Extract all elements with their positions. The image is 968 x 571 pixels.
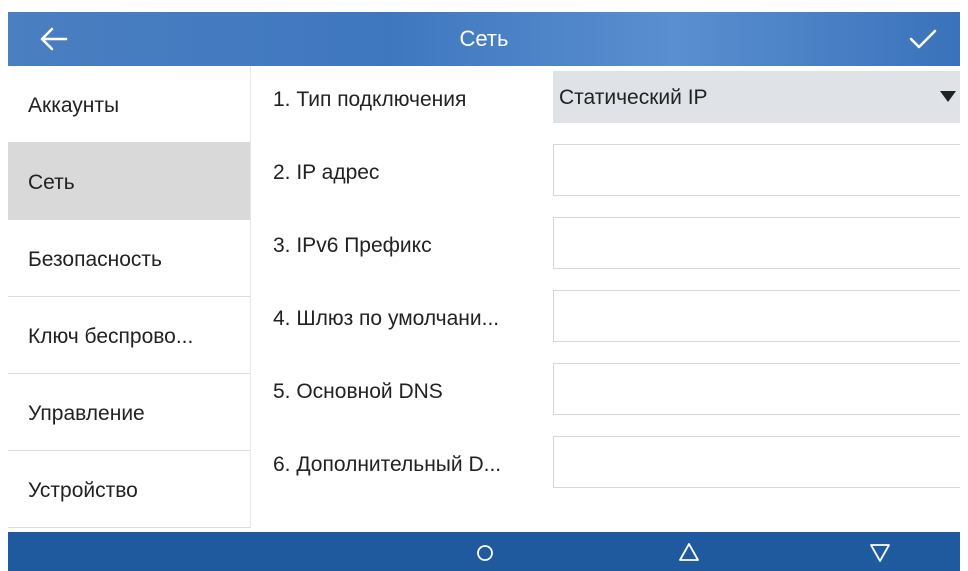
form-row-connection-type: 1. Тип подключения Статический IP xyxy=(251,66,960,139)
form-row-primary-dns: 5. Основной DNS xyxy=(251,358,960,431)
connection-type-value: Статический IP xyxy=(559,86,708,109)
triangle-down-icon xyxy=(870,544,890,562)
primary-dns-label: 5. Основной DNS xyxy=(273,380,443,403)
form-row-secondary-dns: 6. Дополнительный D... xyxy=(251,431,960,504)
dropdown-caret-icon xyxy=(940,91,956,102)
home-button[interactable] xyxy=(470,538,500,566)
system-nav-bar xyxy=(8,532,960,571)
sidebar-item-management[interactable]: Управление xyxy=(8,374,250,451)
connection-type-label: 1. Тип подключения xyxy=(273,88,467,111)
sidebar-item-label: Аккаунты xyxy=(28,94,120,117)
connection-type-select[interactable]: Статический IP xyxy=(553,71,960,123)
network-form: 1. Тип подключения Статический IP 2. IP … xyxy=(251,66,960,528)
sidebar-item-wireless-key[interactable]: Ключ беспрово... xyxy=(8,297,250,374)
title-bar: Сеть xyxy=(8,12,960,66)
form-row-default-gateway: 4. Шлюз по умолчани... xyxy=(251,285,960,358)
form-row-ip-address: 2. IP адрес xyxy=(251,139,960,212)
secondary-dns-label: 6. Дополнительный D... xyxy=(273,453,502,476)
triangle-up-icon xyxy=(679,543,699,561)
down-button[interactable] xyxy=(865,538,895,566)
sidebar-item-label: Устройство xyxy=(28,479,138,502)
sidebar-item-security[interactable]: Безопасность xyxy=(8,220,250,297)
sidebar-item-device[interactable]: Устройство xyxy=(8,451,250,528)
secondary-dns-input[interactable] xyxy=(553,436,960,488)
default-gateway-input[interactable] xyxy=(553,290,960,342)
page-title: Сеть xyxy=(459,26,509,51)
form-row-ipv6-prefix: 3. IPv6 Префикс xyxy=(251,212,960,285)
screen: Сеть Аккаунты Сеть Безопасность Ключ бес… xyxy=(0,0,968,571)
sidebar-item-label: Управление xyxy=(28,402,145,425)
confirm-button[interactable] xyxy=(906,24,940,54)
default-gateway-label: 4. Шлюз по умолчани... xyxy=(273,307,500,330)
sidebar-item-label: Ключ беспрово... xyxy=(28,325,194,348)
sidebar-item-accounts[interactable]: Аккаунты xyxy=(8,66,250,143)
sidebar-item-label: Сеть xyxy=(28,171,75,194)
up-button[interactable] xyxy=(674,538,704,566)
ip-address-input[interactable] xyxy=(553,144,960,196)
ipv6-prefix-input[interactable] xyxy=(553,217,960,269)
ip-address-label: 2. IP адрес xyxy=(273,161,380,184)
primary-dns-input[interactable] xyxy=(553,363,960,415)
sidebar-item-label: Безопасность xyxy=(28,248,162,271)
sidebar: Аккаунты Сеть Безопасность Ключ беспрово… xyxy=(8,66,251,528)
ipv6-prefix-label: 3. IPv6 Префикс xyxy=(273,234,432,257)
sidebar-item-network[interactable]: Сеть xyxy=(8,143,250,220)
checkmark-icon xyxy=(909,29,937,49)
circle-home-icon xyxy=(477,545,493,561)
